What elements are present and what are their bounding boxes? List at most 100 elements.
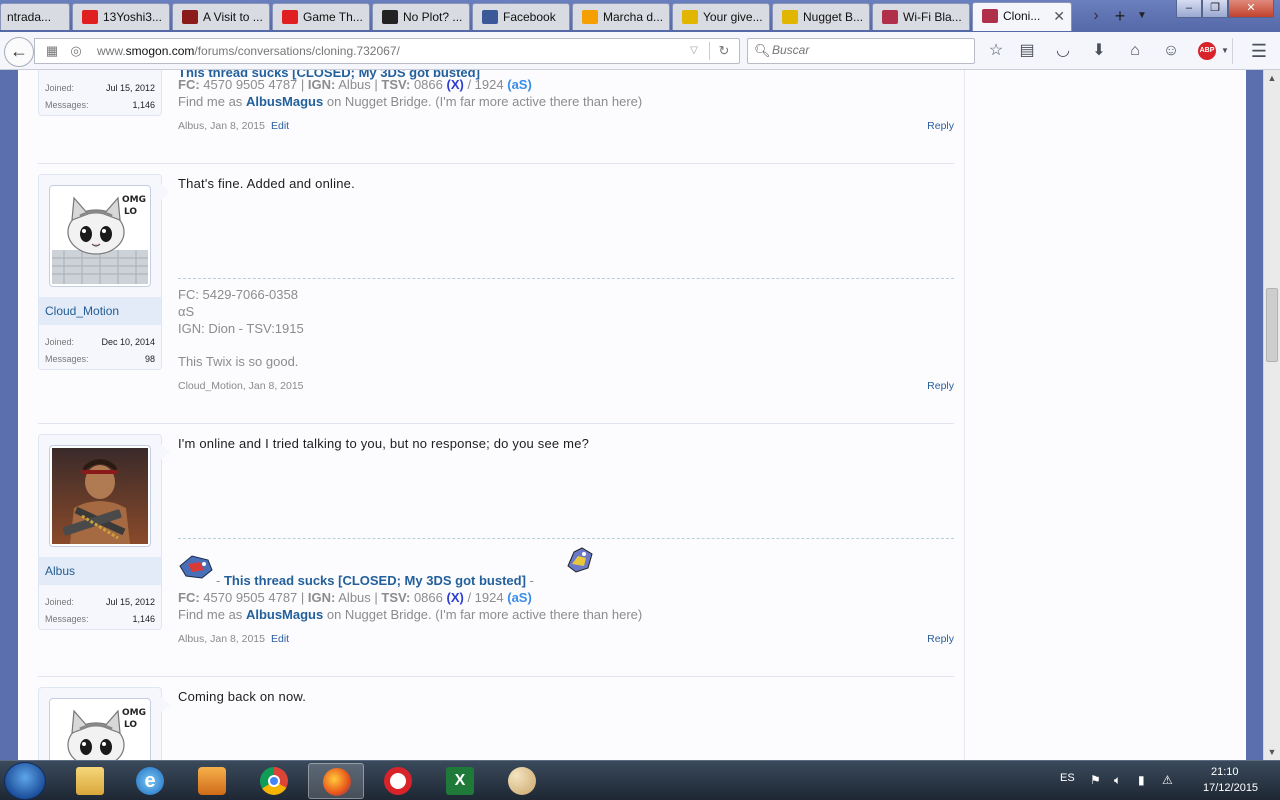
search-bar[interactable]: 🔍︎ (747, 38, 975, 64)
taskbar-ie[interactable]: e (122, 763, 178, 799)
browser-tab[interactable]: Nugget B... (772, 3, 870, 30)
power-icon[interactable]: ⚠ (1162, 773, 1173, 787)
post-date[interactable]: Jan 8, 2015 (210, 633, 265, 645)
browser-tab[interactable]: Cloni... ✕ (972, 2, 1072, 31)
excel-icon: X (446, 767, 474, 795)
post-date[interactable]: Jan 8, 2015 (249, 380, 304, 392)
minimize-button[interactable]: – (1176, 0, 1202, 18)
reload-icon[interactable]: ↻ (715, 42, 733, 60)
globe-icon[interactable]: ◎ (67, 42, 85, 60)
reading-list-icon[interactable]: ▤ (1016, 41, 1038, 61)
maximize-button[interactable]: ❐ (1202, 0, 1228, 18)
avatar[interactable]: OMG LO (49, 185, 151, 287)
username-link[interactable]: Albus (39, 557, 161, 585)
menu-hamburger-icon[interactable]: ☰ (1248, 41, 1270, 61)
tab-close-icon[interactable]: ✕ (1053, 3, 1065, 29)
list-all-tabs-icon[interactable]: ▼ (1134, 4, 1150, 28)
browser-tab[interactable]: Your give... (672, 3, 770, 30)
svg-text:LO: LO (124, 207, 137, 217)
message-post: Joined: Jul 15, 2012 Messages: 1,146 This … (38, 70, 954, 190)
post-date[interactable]: Jan 8, 2015 (210, 120, 265, 132)
taskbar-paint[interactable] (494, 763, 550, 799)
albusmagus-link[interactable]: AlbusMagus (246, 607, 323, 622)
reply-link[interactable]: Reply (927, 380, 954, 392)
internet-explorer-icon: e (136, 767, 164, 795)
reply-link[interactable]: Reply (927, 120, 954, 132)
search-input[interactable] (772, 43, 968, 57)
taskbar-opera[interactable] (370, 763, 426, 799)
bubble-pointer (161, 444, 170, 460)
url-text[interactable]: www.smogon.com/forums/conversations/clon… (97, 44, 400, 58)
username-link[interactable]: Cloud_Motion (39, 297, 161, 325)
browser-tab[interactable]: ntrada... (0, 3, 70, 30)
scroll-up-icon[interactable]: ▲ (1264, 70, 1280, 86)
signature-thread-link[interactable]: This thread sucks [CLOSED; My 3DS got bu… (224, 573, 526, 588)
avatar[interactable]: OMG LO (49, 698, 151, 760)
browser-tab[interactable]: A Visit to ... (172, 3, 270, 30)
svg-text:OMG: OMG (122, 708, 146, 718)
scrollbar-thumb[interactable] (1266, 288, 1278, 362)
signature-divider (178, 538, 954, 539)
browser-tab[interactable]: 13Yoshi3... (72, 3, 170, 30)
volume-icon[interactable]: 🔈︎ (1114, 773, 1121, 788)
tab-scroll-right-icon[interactable]: › (1088, 4, 1104, 28)
cat-avatar-image: OMG LO (52, 188, 148, 284)
user-info-box: Albus Joined: Jul 15, 2012 Messages: 1,146 (38, 434, 162, 630)
back-button[interactable]: ← (4, 37, 34, 67)
joined-stat: Joined: Jul 15, 2012 (45, 597, 155, 607)
tab-favicon-icon (82, 10, 98, 24)
browser-tab[interactable]: Facebook (472, 3, 570, 30)
taskbar-explorer[interactable] (62, 763, 118, 799)
clock-time[interactable]: 21:10 (1211, 766, 1239, 778)
tab-favicon-icon (582, 10, 598, 24)
network-icon[interactable]: ▮ (1138, 773, 1145, 787)
language-indicator[interactable]: ES (1060, 772, 1075, 784)
bookmark-star-icon[interactable]: ☆ (985, 41, 1007, 61)
start-button[interactable] (4, 762, 46, 800)
url-bar[interactable]: ▦ ◎ www.smogon.com/forums/conversations/… (34, 38, 740, 64)
browser-tab[interactable]: Game Th... (272, 3, 370, 30)
sidebar-divider (964, 70, 965, 760)
reply-link[interactable]: Reply (927, 633, 954, 645)
action-center-icon[interactable]: ⚑ (1090, 773, 1101, 787)
taskbar-firefox[interactable] (308, 763, 364, 799)
folder-icon (76, 767, 104, 795)
vertical-scrollbar[interactable]: ▲ ▼ (1263, 70, 1280, 760)
edit-link[interactable]: Edit (271, 633, 289, 645)
url-dropdown-icon[interactable]: ▽ (685, 42, 703, 60)
grid-icon[interactable]: ▦ (43, 42, 61, 60)
messages-stat: Messages: 98 (45, 354, 155, 364)
post-author[interactable]: Albus, (178, 633, 207, 645)
downloads-icon[interactable]: ⬇ (1088, 41, 1110, 61)
edit-link[interactable]: Edit (271, 120, 289, 132)
avatar[interactable] (49, 445, 151, 547)
tab-favicon-icon (282, 10, 298, 24)
clock-date[interactable]: 17/12/2015 (1203, 782, 1258, 794)
browser-tab[interactable]: Marcha d... (572, 3, 670, 30)
tab-favicon-icon (482, 10, 498, 24)
post-separator (38, 163, 954, 164)
post-author[interactable]: Albus, (178, 120, 207, 132)
taskbar-excel[interactable]: X (432, 763, 488, 799)
signature-find-line: Find me as AlbusMagus on Nugget Bridge. … (178, 94, 643, 109)
url-divider (709, 42, 710, 60)
tab-favicon-icon (882, 10, 898, 24)
signature-line: FC: 5429-7066-0358 (178, 287, 298, 302)
scroll-down-icon[interactable]: ▼ (1264, 744, 1280, 760)
pocket-icon[interactable]: ◡ (1052, 41, 1074, 61)
browser-tab[interactable]: No Plot? ... (372, 3, 470, 30)
joined-stat: Joined: Dec 10, 2014 (45, 337, 155, 347)
signature-fc-line: FC: 4570 9505 4787 | IGN: Albus | TSV: 0… (178, 590, 532, 605)
post-author[interactable]: Cloud_Motion, (178, 380, 246, 392)
pokemon-sprite-left-icon (179, 555, 213, 579)
browser-tab[interactable]: Wi-Fi Bla... (872, 3, 970, 30)
new-tab-button[interactable]: + (1112, 4, 1128, 28)
cat-avatar-image: OMG LO (52, 701, 148, 760)
albusmagus-link[interactable]: AlbusMagus (246, 94, 323, 109)
chat-icon[interactable]: ☺ (1160, 41, 1182, 61)
signature-line: IGN: Dion - TSV:1915 (178, 321, 304, 336)
home-icon[interactable]: ⌂ (1124, 41, 1146, 61)
taskbar-media[interactable] (184, 763, 240, 799)
window-close-button[interactable]: ✕ (1228, 0, 1274, 18)
taskbar-chrome[interactable] (246, 763, 302, 799)
